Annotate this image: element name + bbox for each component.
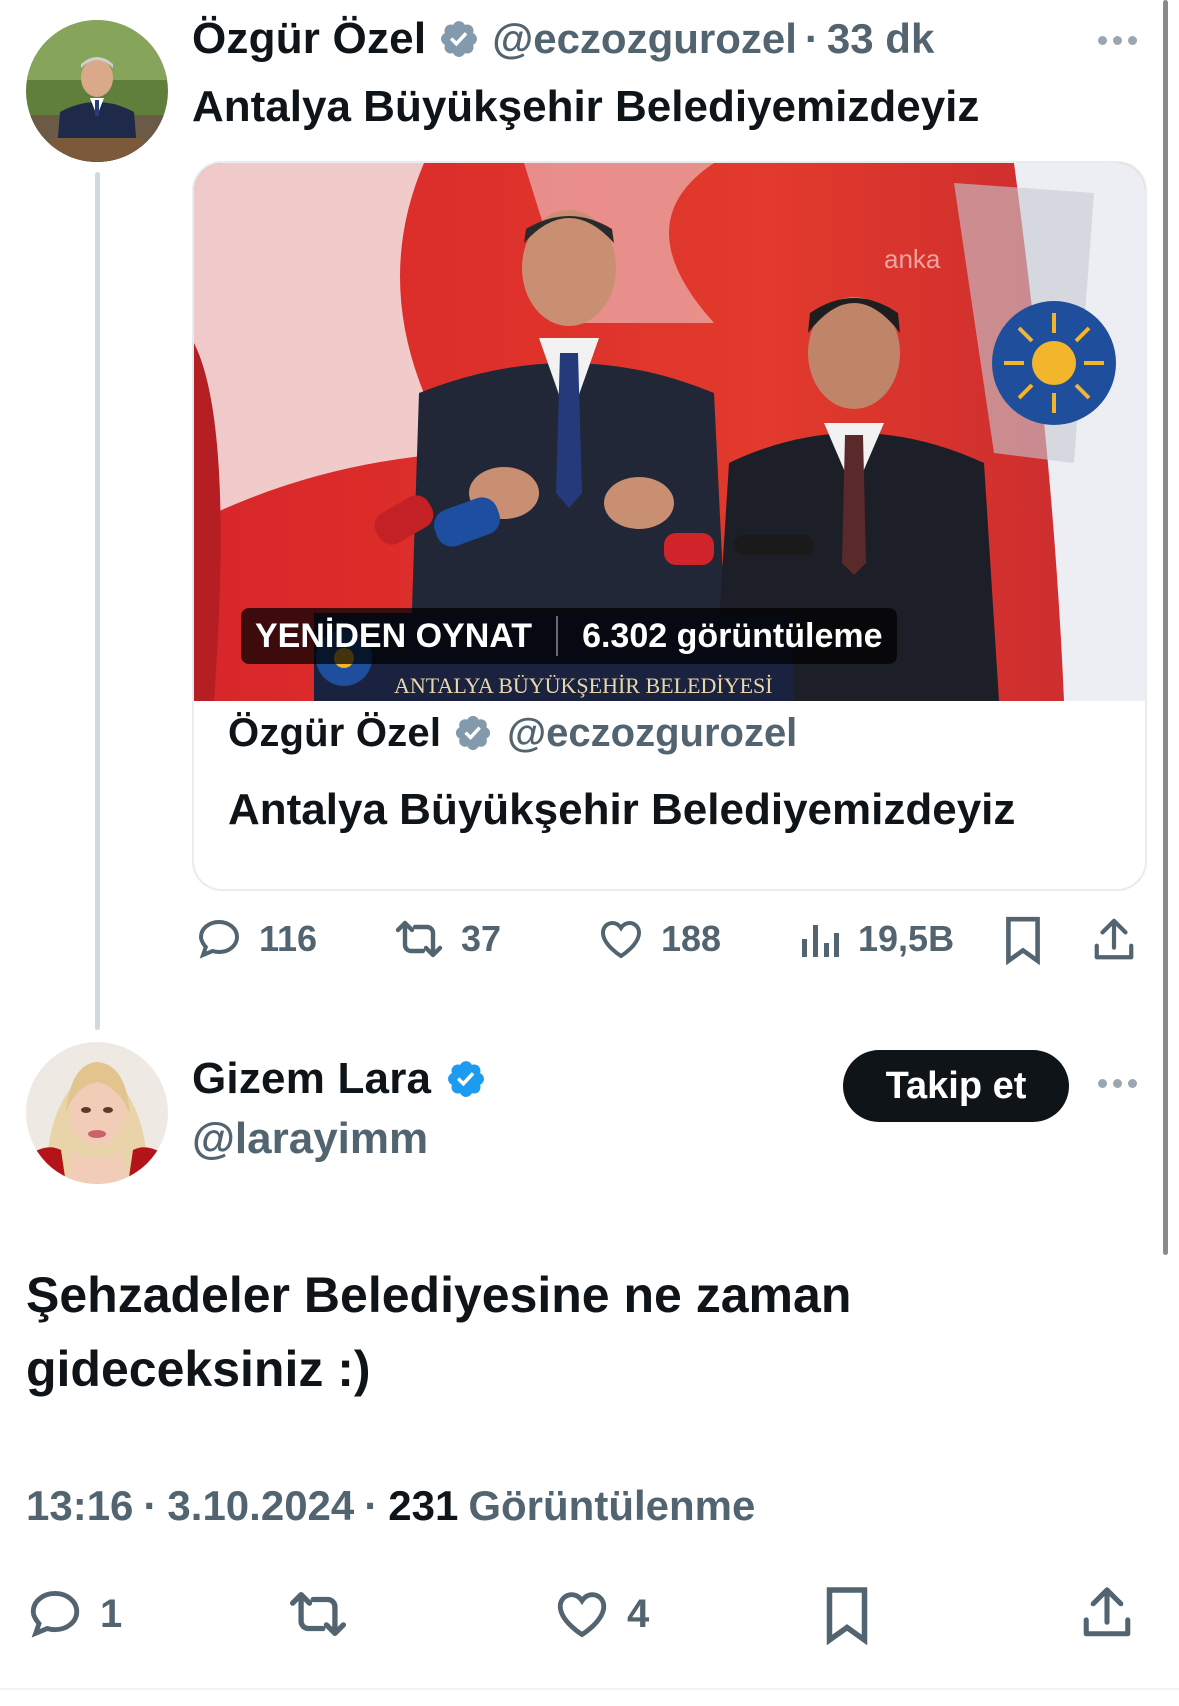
quoted-video-card[interactable]: ANTALYA BÜYÜKŞEHİR BELEDİYESİ anka YENİD… bbox=[192, 161, 1147, 891]
share-action[interactable] bbox=[1079, 1583, 1135, 1643]
bookmark-action[interactable] bbox=[822, 1585, 872, 1645]
bookmark-icon bbox=[1006, 916, 1040, 965]
replay-overlay[interactable]: YENİDEN OYNAT 6.302 görüntüleme bbox=[241, 608, 897, 664]
card-author-row: Özgür Özel @eczozgurozel bbox=[228, 711, 797, 756]
time-ago[interactable]: 33 dk bbox=[827, 15, 934, 63]
tweet-date[interactable]: 3.10.2024 bbox=[167, 1482, 354, 1530]
tweet-time[interactable]: 13:16 bbox=[26, 1482, 133, 1530]
thread-line bbox=[95, 172, 100, 1030]
bookmark-icon bbox=[826, 1587, 868, 1645]
more-icon[interactable] bbox=[1098, 1079, 1137, 1088]
bottom-divider bbox=[0, 1688, 1179, 1690]
meta-dot: · bbox=[364, 1482, 379, 1529]
main-tweet-text-line1: Şehzadeler Belediyesine ne zaman bbox=[26, 1267, 852, 1323]
video-views-label: 6.302 görüntüleme bbox=[582, 616, 883, 655]
scrollbar[interactable] bbox=[1163, 0, 1168, 1255]
share-icon bbox=[1083, 1587, 1131, 1637]
like-icon bbox=[600, 920, 642, 959]
views-word: Görüntülenme bbox=[468, 1482, 756, 1529]
author-handle[interactable]: @eczozgurozel bbox=[492, 15, 797, 63]
card-tweet-text: Antalya Büyükşehir Belediyemizdeyiz bbox=[228, 785, 1016, 834]
card-author-handle[interactable]: @eczozgurozel bbox=[507, 711, 797, 756]
replay-label[interactable]: YENİDEN OYNAT bbox=[255, 617, 532, 656]
view-count: 231 bbox=[388, 1482, 459, 1529]
like-icon bbox=[557, 1592, 607, 1638]
more-icon[interactable] bbox=[1098, 36, 1137, 45]
follow-button[interactable]: Takip et bbox=[843, 1050, 1069, 1122]
repost-icon bbox=[395, 920, 443, 958]
repost-action[interactable]: 37 bbox=[393, 915, 501, 963]
overlay-divider bbox=[556, 616, 559, 656]
share-icon bbox=[1094, 918, 1134, 960]
like-action[interactable]: 188 bbox=[597, 915, 721, 963]
avatar-ozgur-ozel[interactable] bbox=[26, 20, 168, 162]
author-name[interactable]: Özgür Özel bbox=[192, 14, 426, 64]
reply-action[interactable]: 116 bbox=[195, 915, 317, 963]
verified-badge-icon bbox=[453, 713, 495, 755]
quoted-tweet-text: Antalya Büyükşehir Belediyemizdeyiz bbox=[192, 82, 980, 131]
author-name[interactable]: Gizem Lara bbox=[192, 1054, 431, 1104]
quoted-tweet-header: Özgür Özel @eczozgurozel · 33 dk bbox=[192, 14, 934, 64]
author-handle[interactable]: @larayimm bbox=[192, 1114, 428, 1164]
views-count: 19,5B bbox=[858, 918, 955, 959]
repost-icon bbox=[289, 1592, 347, 1636]
reply-icon bbox=[30, 1591, 80, 1638]
verified-badge-icon bbox=[438, 18, 480, 60]
card-author-name[interactable]: Özgür Özel bbox=[228, 711, 441, 756]
bookmark-action[interactable] bbox=[1002, 915, 1044, 965]
verified-badge-icon bbox=[445, 1058, 487, 1100]
reply-count: 116 bbox=[259, 918, 318, 959]
reply-action[interactable]: 1 bbox=[26, 1585, 122, 1643]
like-count: 4 bbox=[627, 1591, 650, 1636]
reply-icon bbox=[198, 919, 240, 959]
main-tweet-text: Şehzadeler Belediyesine ne zaman gidecek… bbox=[26, 1258, 851, 1406]
main-tweet-author-row: Gizem Lara bbox=[192, 1054, 487, 1104]
tweet-meta: 13:16 · 3.10.2024 · 231 Görüntülenme bbox=[26, 1482, 755, 1530]
views-action[interactable]: 19,5B bbox=[798, 915, 954, 963]
repost-action[interactable] bbox=[286, 1585, 350, 1643]
like-action[interactable]: 4 bbox=[553, 1585, 649, 1643]
avatar-gizem-lara[interactable] bbox=[26, 1042, 168, 1184]
share-action[interactable] bbox=[1091, 915, 1137, 965]
separator-dot: · bbox=[804, 15, 819, 62]
like-count: 188 bbox=[661, 918, 722, 959]
meta-dot: · bbox=[143, 1482, 158, 1529]
watermark-text: anka bbox=[884, 244, 941, 274]
reply-count: 1 bbox=[100, 1591, 123, 1636]
views-icon bbox=[802, 925, 839, 957]
podium-text: ANTALYA BÜYÜKŞEHİR BELEDİYESİ bbox=[394, 673, 773, 698]
main-tweet-text-line2: gideceksiniz :) bbox=[26, 1341, 371, 1397]
repost-count: 37 bbox=[461, 918, 502, 959]
video-player[interactable]: ANTALYA BÜYÜKŞEHİR BELEDİYESİ anka YENİD… bbox=[194, 163, 1145, 701]
